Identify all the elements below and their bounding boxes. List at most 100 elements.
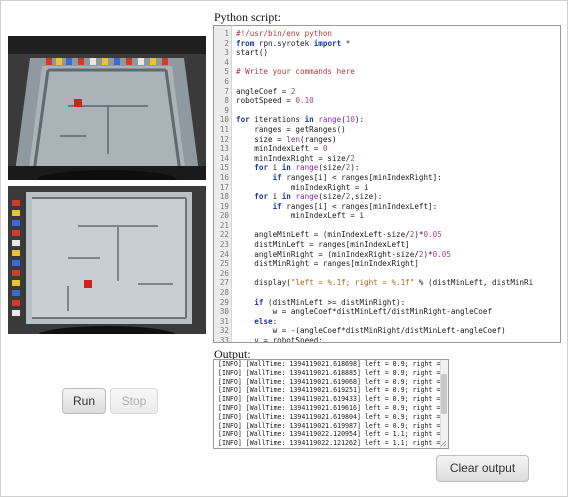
code-text: ranges = getRanges()	[236, 124, 346, 134]
code-text: distMinRight = ranges[minIndexRight]	[236, 259, 419, 269]
arena-perspective-image	[8, 36, 206, 180]
code-text: robotSpeed = 0.10	[236, 96, 314, 106]
code-line[interactable]: 5 # Write your commands here	[214, 67, 560, 77]
line-number: 32	[219, 326, 229, 336]
code-line[interactable]: 18 for i in range(size/2,size):	[214, 192, 560, 202]
line-number: 2	[224, 38, 229, 48]
code-line[interactable]: 15 for i in range(size/2):	[214, 163, 560, 173]
line-number: 30	[219, 307, 229, 317]
resize-grip-icon[interactable]	[440, 440, 447, 447]
code-text: for i in range(size/2,size):	[254, 192, 383, 202]
camera-view-bottom	[8, 186, 206, 334]
code-line[interactable]: 6	[214, 77, 560, 87]
code-line[interactable]: 16 if ranges[i] < ranges[minIndexRight]:	[214, 173, 560, 183]
code-text: else:	[254, 316, 278, 326]
line-number: 13	[219, 144, 229, 154]
line-number: 28	[219, 288, 229, 298]
line-number: 3	[224, 48, 229, 58]
code-line[interactable]: 3 start()	[214, 48, 560, 58]
code-line[interactable]: 28	[214, 288, 560, 298]
code-line[interactable]: 7 angleCoef = 2	[214, 87, 560, 97]
code-line[interactable]: 2 from rpn.syrotek import *	[214, 39, 560, 49]
code-text: angleCoef = 2	[236, 86, 296, 96]
output-line: [INFO] [WallTime: 1394119021.619987] lef…	[218, 421, 449, 430]
line-number: 7	[224, 86, 229, 96]
output-scrollbar[interactable]	[440, 360, 448, 448]
code-line[interactable]: 17 minIndexRight = i	[214, 183, 560, 193]
output-line: [INFO] [WallTime: 1394119022.121262] lef…	[218, 439, 449, 448]
code-text: for i in range(size/2):	[254, 163, 360, 173]
stop-button[interactable]: Stop	[110, 388, 158, 414]
arena-topdown-image	[8, 186, 206, 334]
output-line: [INFO] [WallTime: 1394119021.619251] lef…	[218, 386, 449, 395]
line-number: 12	[219, 134, 229, 144]
clear-output-button[interactable]: Clear output	[436, 455, 529, 482]
code-area[interactable]: 1 #!/usr/bin/env python 2 from rpn.syrotek …	[214, 29, 560, 343]
code-text: if (distMinLeft >= distMinRight):	[254, 297, 406, 307]
code-line[interactable]: 19 if ranges[i] < ranges[minIndexLeft]:	[214, 202, 560, 212]
code-text: minIndexLeft = i	[236, 211, 365, 221]
code-line[interactable]: 22 angleMinLeft = (minIndexLeft-size/2)*…	[214, 230, 560, 240]
code-text: distMinLeft = ranges[minIndexLeft]	[236, 240, 410, 250]
code-text: if ranges[i] < ranges[minIndexRight]:	[272, 172, 442, 182]
output-scroll-thumb[interactable]	[441, 374, 447, 414]
code-line[interactable]: 12 size = len(ranges)	[214, 135, 560, 145]
code-text: from rpn.syrotek import *	[236, 38, 351, 48]
code-line[interactable]: 11 ranges = getRanges()	[214, 125, 560, 135]
output-line: [INFO] [WallTime: 1394119021.619804] lef…	[218, 412, 449, 421]
code-editor[interactable]: 1 #!/usr/bin/env python 2 from rpn.syrotek …	[213, 25, 561, 343]
output-line: [INFO] [WallTime: 1394119021.619433] lef…	[218, 395, 449, 404]
code-line[interactable]: 26	[214, 269, 560, 279]
code-line[interactable]: 33 v = robotSpeed;	[214, 336, 560, 343]
line-number: 27	[219, 278, 229, 288]
code-line[interactable]: 8 robotSpeed = 0.10	[214, 96, 560, 106]
line-number: 21	[219, 220, 229, 230]
line-number: 25	[219, 259, 229, 269]
code-line[interactable]: 4	[214, 58, 560, 68]
line-number: 9	[224, 105, 229, 115]
code-line[interactable]: 31 else:	[214, 317, 560, 327]
code-line[interactable]: 13 minIndexLeft = 0	[214, 144, 560, 154]
code-line[interactable]: 1 #!/usr/bin/env python	[214, 29, 560, 39]
code-line[interactable]: 23 distMinLeft = ranges[minIndexLeft]	[214, 240, 560, 250]
code-line[interactable]: 30 w = angleCoef*distMinLeft/distMinRigh…	[214, 307, 560, 317]
line-number: 23	[219, 240, 229, 250]
line-number: 16	[219, 172, 229, 182]
camera-view-top	[8, 36, 206, 180]
code-line[interactable]: 29 if (distMinLeft >= distMinRight):	[214, 298, 560, 308]
code-text: start()	[236, 48, 269, 58]
line-number: 33	[219, 336, 229, 343]
code-line[interactable]: 10 for iterations in range(10):	[214, 115, 560, 125]
line-number: 26	[219, 268, 229, 278]
line-number: 6	[224, 76, 229, 86]
code-text: w = -(angleCoef*distMinRight/distMinLeft…	[236, 326, 506, 336]
code-line[interactable]: 14 minIndexRight = size/2	[214, 154, 560, 164]
output-line: [INFO] [WallTime: 1394119021.619616] lef…	[218, 403, 449, 412]
code-text: angleMinRight = (minIndexRight-size/2)*0…	[236, 249, 451, 259]
line-number: 22	[219, 230, 229, 240]
code-line[interactable]: 25 distMinRight = ranges[minIndexRight]	[214, 259, 560, 269]
code-line[interactable]: 27 display("left = %.1f; right = %.1f" %…	[214, 278, 560, 288]
code-text: minIndexRight = i	[236, 182, 369, 192]
output-lines: [INFO] [WallTime: 1394119021.618698] lef…	[214, 360, 448, 448]
code-line[interactable]: 20 minIndexLeft = i	[214, 211, 560, 221]
line-number: 10	[219, 115, 229, 125]
line-number: 11	[219, 124, 229, 134]
code-text: for iterations in range(10):	[236, 115, 365, 125]
code-line[interactable]: 24 angleMinRight = (minIndexRight-size/2…	[214, 250, 560, 260]
run-button[interactable]: Run	[62, 388, 106, 414]
code-text: #!/usr/bin/env python	[236, 29, 333, 38]
line-number: 20	[219, 211, 229, 221]
code-line[interactable]: 21	[214, 221, 560, 231]
output-console[interactable]: [INFO] [WallTime: 1394119021.618698] lef…	[213, 359, 449, 449]
output-line: [INFO] [WallTime: 1394119021.618698] lef…	[218, 360, 449, 368]
code-line[interactable]: 9	[214, 106, 560, 116]
line-number: 14	[219, 153, 229, 163]
line-number: 31	[219, 316, 229, 326]
output-line: [INFO] [WallTime: 1394119021.618885] lef…	[218, 368, 449, 377]
code-line[interactable]: 32 w = -(angleCoef*distMinRight/distMinL…	[214, 326, 560, 336]
line-number: 29	[219, 297, 229, 307]
code-text: angleMinLeft = (minIndexLeft-size/2)*0.0…	[236, 230, 442, 240]
code-text: minIndexLeft = 0	[236, 144, 328, 154]
line-number: 4	[224, 57, 229, 67]
